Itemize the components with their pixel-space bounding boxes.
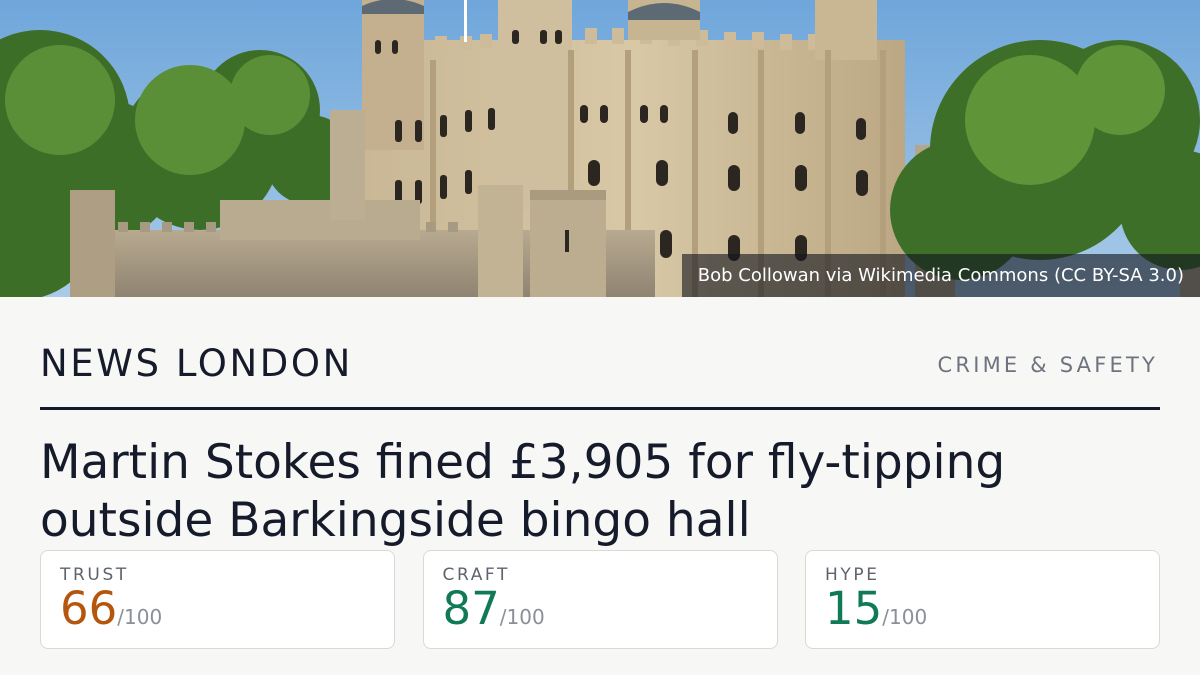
hero-image: Bob Collowan via Wikimedia Commons (CC B…	[0, 0, 1200, 297]
article-headline: Martin Stokes fined £3,905 for fly-tippi…	[40, 435, 1006, 548]
score-value: 87	[442, 582, 500, 635]
card-score: 66/100	[60, 586, 374, 632]
score-value: 15	[825, 582, 883, 635]
photo-credit: Bob Collowan via Wikimedia Commons (CC B…	[681, 254, 1200, 297]
card-score: 15/100	[825, 586, 1139, 632]
hype-score-card: HYPE 15/100	[805, 550, 1160, 649]
trust-score-card: TRUST 66/100	[40, 550, 395, 649]
score-max: /100	[499, 605, 545, 629]
card-score: 87/100	[443, 586, 757, 632]
section-label[interactable]: CRIME & SAFETY	[938, 353, 1158, 377]
rating-cards: TRUST 66/100 CRAFT 87/100 HYPE 15/100	[40, 550, 1160, 649]
tower-of-london-photo	[0, 0, 1200, 297]
site-brand[interactable]: NEWS LONDON	[40, 342, 353, 385]
header-divider	[40, 407, 1160, 410]
craft-score-card: CRAFT 87/100	[422, 550, 778, 649]
score-value: 66	[60, 582, 118, 635]
score-max: /100	[117, 605, 163, 629]
score-max: /100	[882, 605, 928, 629]
